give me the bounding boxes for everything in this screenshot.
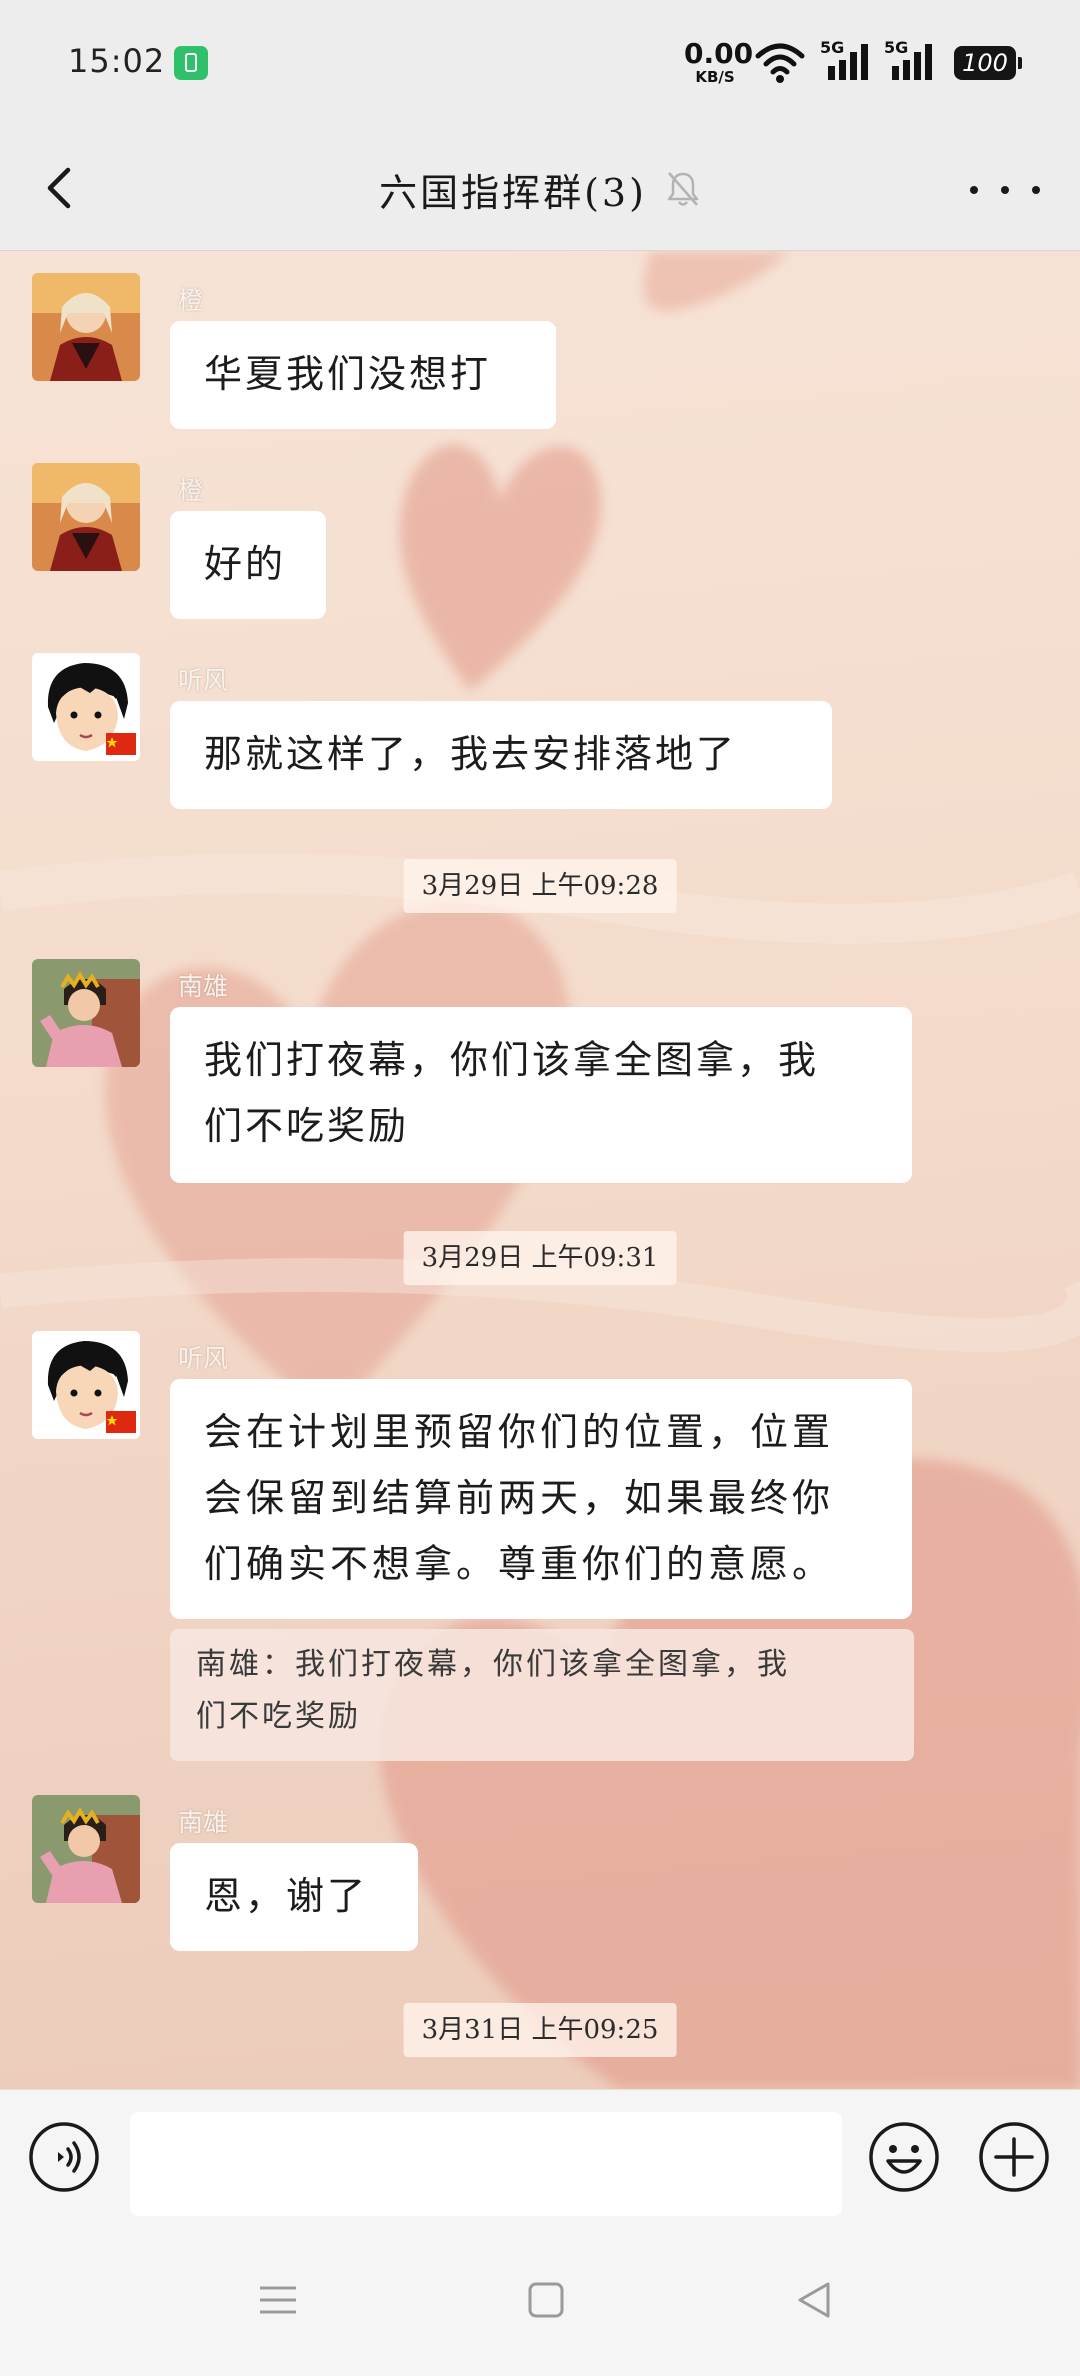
message-bubble[interactable]: 那就这样了，我去安排落地了 bbox=[170, 701, 832, 809]
quote-line: 们不吃奖励 bbox=[196, 1699, 361, 1734]
network-speed-value: 0.00 bbox=[684, 37, 754, 70]
menu-icon bbox=[260, 2286, 296, 2314]
sender-name: 南雄 bbox=[178, 972, 229, 1001]
sender-name: 听风 bbox=[178, 1344, 229, 1373]
more-dot bbox=[1001, 186, 1009, 194]
signal-label: 5G bbox=[820, 38, 845, 57]
avatar-image bbox=[32, 959, 140, 1067]
voice-input-button[interactable] bbox=[28, 2121, 100, 2193]
plus-icon bbox=[979, 2122, 1049, 2192]
message-item: 橙 好的 bbox=[0, 463, 1080, 623]
sender-name: 橙 bbox=[178, 286, 204, 315]
nav-home-button[interactable] bbox=[518, 2272, 574, 2328]
message-item: 橙 华夏我们没想打 bbox=[0, 273, 1080, 433]
message-bubble[interactable]: 好的 bbox=[170, 511, 326, 619]
avatar-tingfeng[interactable] bbox=[32, 653, 140, 761]
avatar-orange[interactable] bbox=[32, 273, 140, 381]
message-item: 听风 会在计划里预留你们的位置，位置 会保留到结算前两天，如果最终你 们确实不想… bbox=[0, 1331, 1080, 1761]
battery-indicator: 100 bbox=[954, 46, 1022, 80]
message-bubble[interactable]: 华夏我们没想打 bbox=[170, 321, 556, 429]
avatar-tingfeng[interactable] bbox=[32, 1331, 140, 1439]
signal-5g-icon-1: 5G bbox=[820, 38, 876, 84]
message-line: 们确实不想拿。尊重你们的意愿。 bbox=[204, 1542, 835, 1586]
more-functions-button[interactable] bbox=[978, 2121, 1050, 2193]
quote-line: 南雄：我们打夜幕，你们该拿全图拿，我 bbox=[196, 1647, 790, 1682]
message-item: 南雄 恩，谢了 bbox=[0, 1795, 1080, 1955]
avatar-image bbox=[32, 273, 140, 381]
timestamp: 3月29日 上午09:31 bbox=[403, 1231, 677, 1285]
avatar-image bbox=[32, 463, 140, 571]
chat-message-list[interactable]: 橙 华夏我们没想打 橙 好的 听风 那就这样了，我去安排落地了 3月29日 上午… bbox=[0, 251, 1080, 2089]
more-dot bbox=[970, 186, 978, 194]
status-time: 15:02 bbox=[68, 42, 166, 80]
message-line: 们不吃奖励 bbox=[204, 1104, 410, 1148]
message-item: 南雄 我们打夜幕，你们该拿全图拿，我 们不吃奖励 bbox=[0, 959, 1080, 1189]
title-wrap: 六国指挥群(3) bbox=[0, 128, 1080, 250]
sender-name: 橙 bbox=[178, 476, 204, 505]
message-item: 听风 那就这样了，我去安排落地了 bbox=[0, 653, 1080, 813]
message-line: 会在计划里预留你们的位置，位置 bbox=[204, 1410, 835, 1454]
sender-name: 南雄 bbox=[178, 1808, 229, 1837]
network-speed-unit: KB/S bbox=[695, 68, 735, 86]
system-navigation-bar bbox=[0, 2224, 1080, 2376]
message-bubble[interactable]: 我们打夜幕，你们该拿全图拿，我 们不吃奖励 bbox=[170, 1007, 912, 1183]
avatar-image bbox=[32, 1795, 140, 1903]
back-triangle-icon bbox=[798, 2282, 830, 2318]
network-speed: 0.00 KB/S bbox=[684, 37, 754, 86]
message-text-input[interactable] bbox=[130, 2112, 842, 2216]
quoted-reply[interactable]: 南雄：我们打夜幕，你们该拿全图拿，我 们不吃奖励 bbox=[170, 1629, 914, 1761]
voice-icon bbox=[29, 2122, 99, 2192]
avatar-nanxiong[interactable] bbox=[32, 1795, 140, 1903]
phone-app-icon bbox=[174, 46, 208, 80]
nav-back-button[interactable] bbox=[786, 2272, 842, 2328]
avatar-image bbox=[32, 1331, 140, 1439]
message-line: 我们打夜幕，你们该拿全图拿，我 bbox=[204, 1038, 820, 1082]
mute-bell-icon bbox=[667, 172, 699, 206]
message-input-bar bbox=[0, 2089, 1080, 2225]
chat-title: 六国指挥群(3) bbox=[379, 170, 647, 215]
avatar-image bbox=[32, 653, 140, 761]
sender-name: 听风 bbox=[178, 666, 229, 695]
avatar-nanxiong[interactable] bbox=[32, 959, 140, 1067]
avatar-orange[interactable] bbox=[32, 463, 140, 571]
timestamp: 3月29日 上午09:28 bbox=[403, 859, 677, 913]
status-bar: 15:02 0.00 KB/S 5G 5G 100 bbox=[0, 0, 1080, 128]
message-line: 会保留到结算前两天，如果最终你 bbox=[204, 1476, 835, 1520]
signal-5g-icon-2: 5G bbox=[884, 38, 940, 84]
message-bubble[interactable]: 恩，谢了 bbox=[170, 1843, 418, 1951]
home-square-icon bbox=[528, 2282, 564, 2318]
emoji-button[interactable] bbox=[868, 2121, 940, 2193]
more-options-button[interactable] bbox=[970, 168, 1040, 212]
wifi-icon bbox=[755, 43, 805, 83]
signal-label: 5G bbox=[884, 38, 909, 57]
chat-header: 六国指挥群(3) bbox=[0, 128, 1080, 251]
more-dot bbox=[1032, 186, 1040, 194]
timestamp: 3月31日 上午09:25 bbox=[403, 2003, 677, 2057]
message-bubble[interactable]: 会在计划里预留你们的位置，位置 会保留到结算前两天，如果最终你 们确实不想拿。尊… bbox=[170, 1379, 912, 1619]
emoji-icon bbox=[869, 2122, 939, 2192]
nav-menu-button[interactable] bbox=[250, 2272, 306, 2328]
